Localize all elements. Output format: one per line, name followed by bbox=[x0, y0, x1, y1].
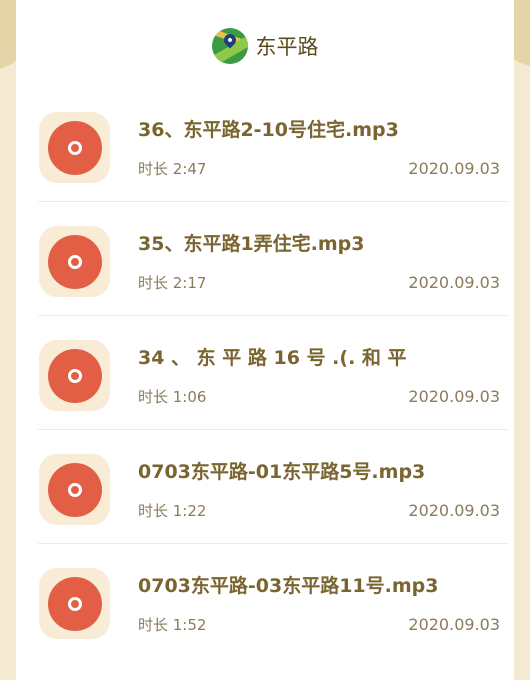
track-date: 2020.09.03 bbox=[408, 273, 500, 292]
audio-disc-icon[interactable] bbox=[39, 568, 110, 639]
audio-disc-icon[interactable] bbox=[39, 340, 110, 411]
track-title[interactable]: 0703东平路-01东平路5号.mp3 bbox=[138, 457, 425, 484]
track-row[interactable]: 34 、 东 平 路 16 号 .(. 和 平 时长 1:06 2020.09.… bbox=[38, 316, 508, 430]
track-title[interactable]: 35、东平路1弄住宅.mp3 bbox=[138, 229, 365, 256]
playlist-card: 东平路 36、东平路2-10号住宅.mp3 时长 2:47 2020.09.03… bbox=[16, 0, 514, 680]
track-duration: 时长 1:06 bbox=[138, 388, 207, 406]
track-duration: 时长 1:52 bbox=[138, 616, 207, 634]
audio-disc-icon[interactable] bbox=[39, 226, 110, 297]
track-title[interactable]: 34 、 东 平 路 16 号 .(. 和 平 bbox=[138, 343, 407, 370]
track-duration: 时长 2:47 bbox=[138, 160, 207, 178]
track-duration: 时长 1:22 bbox=[138, 502, 207, 520]
track-date: 2020.09.03 bbox=[408, 501, 500, 520]
track-row[interactable]: 0703东平路-01东平路5号.mp3 时长 1:22 2020.09.03 bbox=[38, 430, 508, 544]
track-date: 2020.09.03 bbox=[408, 615, 500, 634]
track-title[interactable]: 0703东平路-03东平路11号.mp3 bbox=[138, 571, 438, 598]
track-date: 2020.09.03 bbox=[408, 159, 500, 178]
track-date: 2020.09.03 bbox=[408, 387, 500, 406]
track-duration: 时长 2:17 bbox=[138, 274, 207, 292]
audio-disc-icon[interactable] bbox=[39, 454, 110, 525]
map-pin-logo-icon bbox=[211, 28, 248, 64]
audio-disc-icon[interactable] bbox=[39, 112, 110, 183]
track-row[interactable]: 0703东平路-03东平路11号.mp3 时长 1:52 2020.09.03 bbox=[38, 544, 508, 657]
playlist-title: 东平路 bbox=[255, 35, 319, 59]
track-title[interactable]: 36、东平路2-10号住宅.mp3 bbox=[138, 115, 399, 142]
playlist-header: 东平路 bbox=[16, 26, 514, 66]
track-row[interactable]: 35、东平路1弄住宅.mp3 时长 2:17 2020.09.03 bbox=[38, 202, 508, 316]
track-list: 36、东平路2-10号住宅.mp3 时长 2:47 2020.09.03 35、… bbox=[38, 88, 508, 657]
track-row[interactable]: 36、东平路2-10号住宅.mp3 时长 2:47 2020.09.03 bbox=[38, 88, 508, 202]
